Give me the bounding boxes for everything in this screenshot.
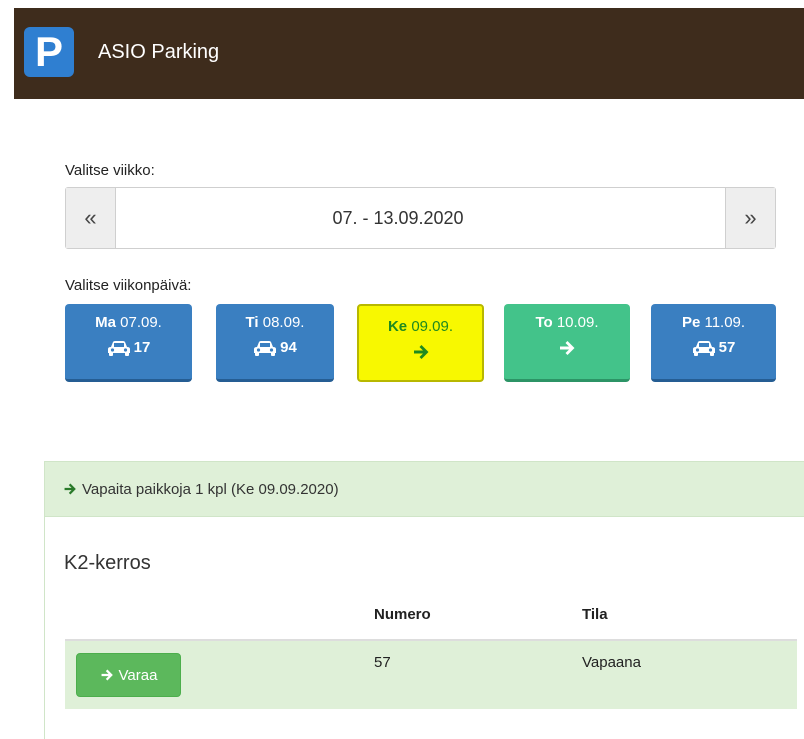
- book-button[interactable]: Varaa: [76, 653, 181, 697]
- arrow-right-icon: [101, 669, 113, 681]
- next-week-button[interactable]: »: [725, 188, 775, 248]
- free-count: 57: [718, 339, 736, 356]
- day-abbr: To: [535, 314, 553, 331]
- day-button-wednesday-selected[interactable]: Ke 09.09.: [357, 304, 484, 382]
- day-button-tuesday[interactable]: Ti 08.09. 94: [216, 304, 334, 382]
- day-date: 10.09.: [556, 314, 599, 331]
- previous-week-button[interactable]: «: [66, 188, 116, 248]
- day-date: 07.09.: [120, 314, 162, 331]
- free-count: 94: [280, 339, 297, 356]
- day-button-thursday[interactable]: To 10.09.: [504, 304, 630, 382]
- day-abbr: Ke: [387, 318, 408, 335]
- car-icon: [692, 340, 715, 356]
- section-title: K2-kerros: [64, 552, 151, 574]
- parking-logo-icon[interactable]: P: [24, 27, 74, 77]
- free-count: 17: [133, 339, 151, 356]
- arrow-right-icon: [413, 345, 428, 359]
- arrow-right-icon: [560, 341, 575, 355]
- spot-number: 57: [374, 654, 391, 671]
- day-abbr: Pe: [681, 314, 701, 331]
- day-date: 08.09.: [262, 314, 305, 331]
- day-abbr: Ma: [95, 314, 116, 331]
- book-button-label: Varaa: [118, 666, 158, 684]
- day-abbr: Ti: [245, 314, 259, 331]
- logo-letter: P: [35, 32, 63, 72]
- day-button-monday[interactable]: Ma 07.09. 17: [65, 304, 192, 382]
- results-header: Vapaita paikkoja 1 kpl (Ke 09.09.2020): [44, 461, 804, 517]
- week-selector: « 07. - 13.09.2020 »: [65, 187, 776, 249]
- car-icon: [254, 340, 277, 356]
- week-range: 07. - 13.09.2020: [332, 207, 464, 228]
- results-summary: Vapaita paikkoja 1 kpl (Ke 09.09.2020): [82, 480, 339, 498]
- column-header-number: Numero: [374, 606, 431, 623]
- car-icon: [107, 340, 130, 356]
- day-date: 09.09.: [411, 318, 454, 335]
- day-date: 11.09.: [704, 314, 746, 331]
- day-button-friday[interactable]: Pe 11.09. 57: [651, 304, 776, 382]
- top-bar: P ASIO Parking: [14, 8, 804, 99]
- app-title[interactable]: ASIO Parking: [98, 38, 219, 66]
- weekday-label: Valitse viikonpäivä:: [65, 277, 192, 294]
- week-label: Valitse viikko:: [65, 162, 155, 179]
- spot-status: Vapaana: [582, 654, 641, 671]
- arrow-right-icon: [64, 483, 76, 495]
- column-header-status: Tila: [582, 606, 608, 623]
